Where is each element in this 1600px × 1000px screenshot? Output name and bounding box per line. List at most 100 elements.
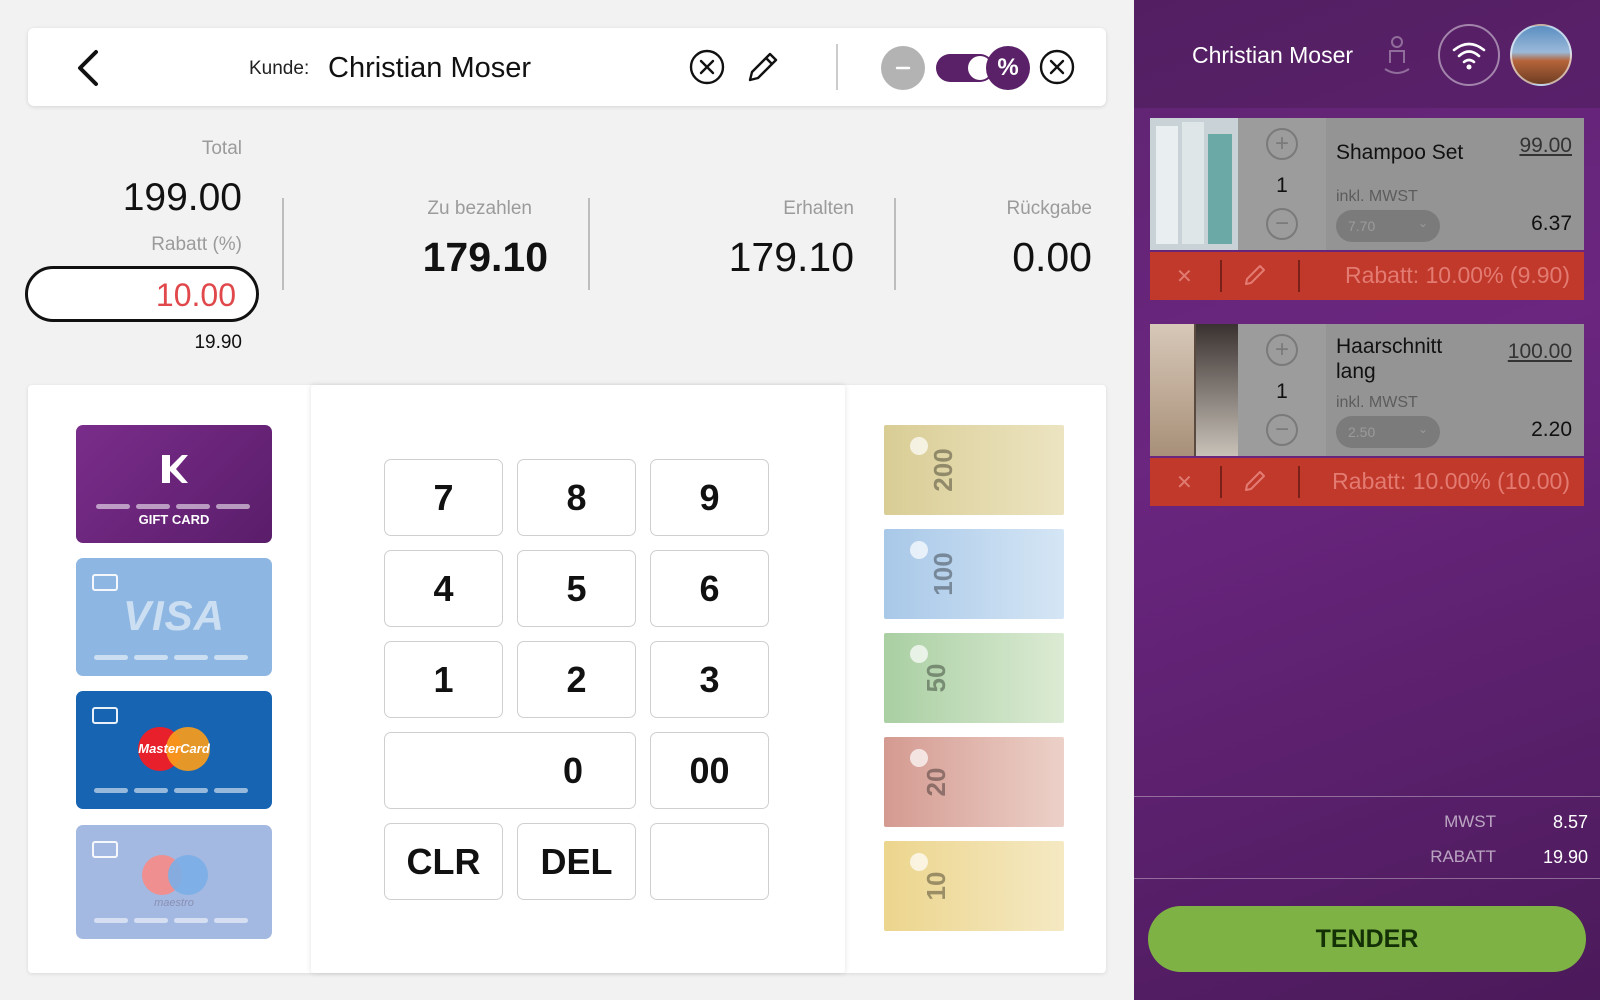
customer-display-button[interactable]	[1366, 24, 1428, 86]
item-discount-bar: ✕ Rabatt: 10.00% (9.90)	[1150, 252, 1584, 300]
gift-card-label: GIFT CARD	[138, 512, 210, 527]
cart-item-details: + 1 − Haarschnitt lang 100.00 inkl. MWST…	[1150, 324, 1584, 456]
card-number-dashes	[96, 504, 250, 509]
key-8[interactable]: 8	[517, 459, 636, 536]
key-9[interactable]: 9	[650, 459, 769, 536]
rabatt-label: Rabatt (%)	[151, 234, 242, 255]
wifi-button[interactable]	[1438, 24, 1500, 86]
percent-icon: %	[997, 54, 1019, 81]
total-value: 199.00	[122, 176, 242, 219]
divider	[1134, 796, 1600, 797]
cart-sidebar: Christian Moser + 1 − Shampoo Set 99.00	[1134, 0, 1600, 1000]
summary-rabatt-value: 19.90	[1542, 847, 1588, 867]
mastercard-button[interactable]: MasterCard	[76, 691, 272, 809]
summary-rabatt-label: RABATT	[1430, 847, 1496, 866]
plus-circle-icon[interactable]: +	[1266, 334, 1298, 366]
chevron-down-icon: ⌄	[1417, 216, 1428, 230]
key-0[interactable]: 0	[384, 732, 636, 809]
avatar[interactable]	[1510, 24, 1572, 86]
plus-circle-icon[interactable]: +	[1266, 128, 1298, 160]
key-4[interactable]: 4	[384, 550, 503, 627]
rueckgabe-value: 0.00	[1012, 234, 1092, 280]
toolbar-divider	[836, 44, 838, 90]
item-info: Shampoo Set 99.00 inkl. MWST 7.70 ⌄ 6.37	[1326, 118, 1584, 250]
gift-card-button[interactable]: GIFT CARD	[76, 425, 272, 543]
visa-logo: VISA	[122, 592, 226, 639]
minus-icon	[895, 66, 911, 70]
key-00[interactable]: 00	[650, 732, 769, 809]
divider	[1134, 878, 1600, 879]
minus-circle-icon[interactable]: −	[1266, 208, 1298, 240]
banknote-50-button[interactable]: 50	[884, 633, 1064, 723]
card-number-dashes	[94, 918, 248, 923]
item-discount-bar: ✕ Rabatt: 10.00% (10.00)	[1150, 458, 1584, 506]
chip-icon	[92, 707, 118, 724]
divider	[282, 198, 284, 290]
item-quantity: 1	[1276, 380, 1288, 403]
tender-button[interactable]: TENDER	[1148, 906, 1586, 972]
edit-discount-button[interactable]	[1242, 262, 1268, 293]
totals-section: Total 199.00 Rabatt (%) 10.00 19.90 Zu b…	[0, 130, 1110, 360]
key-clear[interactable]: CLR	[384, 823, 503, 900]
product-image	[1150, 118, 1238, 250]
close-button[interactable]	[1038, 48, 1076, 86]
rabatt-percent-input[interactable]: 10.00	[25, 266, 259, 322]
pencil-icon	[1245, 265, 1265, 285]
key-1[interactable]: 1	[384, 641, 503, 718]
mwst-rate-select[interactable]: 7.70 ⌄	[1336, 210, 1440, 242]
chip-icon	[92, 841, 118, 858]
key-delete[interactable]: DEL	[517, 823, 636, 900]
key-7[interactable]: 7	[384, 459, 503, 536]
item-price[interactable]: 99.00	[1519, 134, 1572, 158]
total-label: Total	[201, 138, 242, 159]
minus-circle-icon[interactable]: −	[1266, 414, 1298, 446]
banknote-100-button[interactable]: 100	[884, 529, 1064, 619]
chip-icon	[92, 574, 118, 591]
mwst-label: inkl. MWST	[1336, 394, 1418, 411]
item-discount-text: Rabatt: 10.00% (10.00)	[1332, 468, 1570, 494]
edit-discount-button[interactable]	[1242, 468, 1268, 499]
item-name: Haarschnitt lang	[1336, 335, 1443, 383]
key-2[interactable]: 2	[517, 641, 636, 718]
percent-discount-button[interactable]: %	[986, 46, 1030, 90]
banknote-20-button[interactable]: 20	[884, 737, 1064, 827]
k-logo-icon	[162, 455, 188, 483]
clear-customer-button[interactable]	[688, 48, 726, 86]
numeric-keypad: 7 8 9 4 5 6 1 2 3 0 00 CLR DEL	[311, 385, 845, 973]
mode-indicator[interactable]	[881, 46, 925, 90]
banknote-value: 50	[920, 663, 951, 693]
key-6[interactable]: 6	[650, 550, 769, 627]
item-discount-text: Rabatt: 10.00% (9.90)	[1344, 262, 1570, 288]
edit-customer-button[interactable]	[744, 48, 782, 86]
rabatt-amount: 19.90	[194, 332, 242, 353]
maestro-card-button[interactable]: maestro	[76, 825, 272, 939]
maestro-label: maestro	[154, 897, 194, 909]
pencil-icon	[748, 52, 778, 82]
remove-discount-icon[interactable]: ✕	[1176, 470, 1193, 495]
key-blank[interactable]	[650, 823, 769, 900]
visa-card-button[interactable]: VISA	[76, 558, 272, 676]
banknote-value: 10	[920, 871, 951, 901]
remove-discount-icon[interactable]: ✕	[1176, 264, 1193, 289]
customer-name: Christian Moser	[328, 52, 532, 84]
key-5[interactable]: 5	[517, 550, 636, 627]
key-3[interactable]: 3	[650, 641, 769, 718]
rueckgabe-label: Rückgabe	[1006, 198, 1092, 219]
banknote-200-button[interactable]: 200	[884, 425, 1064, 515]
back-button[interactable]	[68, 48, 108, 88]
mwst-rate-select[interactable]: 2.50 ⌄	[1336, 416, 1440, 448]
pencil-icon	[1245, 471, 1265, 491]
banknote-value: 200	[928, 448, 959, 492]
banknote-10-button[interactable]: 10	[884, 841, 1064, 931]
wifi-icon	[1452, 42, 1486, 70]
mwst-value: 2.20	[1531, 418, 1572, 441]
item-price[interactable]: 100.00	[1508, 340, 1572, 364]
zu-bezahlen-label: Zu bezahlen	[427, 198, 532, 219]
divider	[894, 198, 896, 290]
banknote-value: 20	[920, 767, 951, 797]
item-name: Shampoo Set	[1336, 141, 1464, 164]
cart-item-details: + 1 − Shampoo Set 99.00 inkl. MWST 7.70 ⌄…	[1150, 118, 1584, 250]
erhalten-label: Erhalten	[783, 198, 854, 219]
close-circle-icon	[1039, 49, 1075, 85]
customer-label: Kunde:	[249, 58, 310, 79]
